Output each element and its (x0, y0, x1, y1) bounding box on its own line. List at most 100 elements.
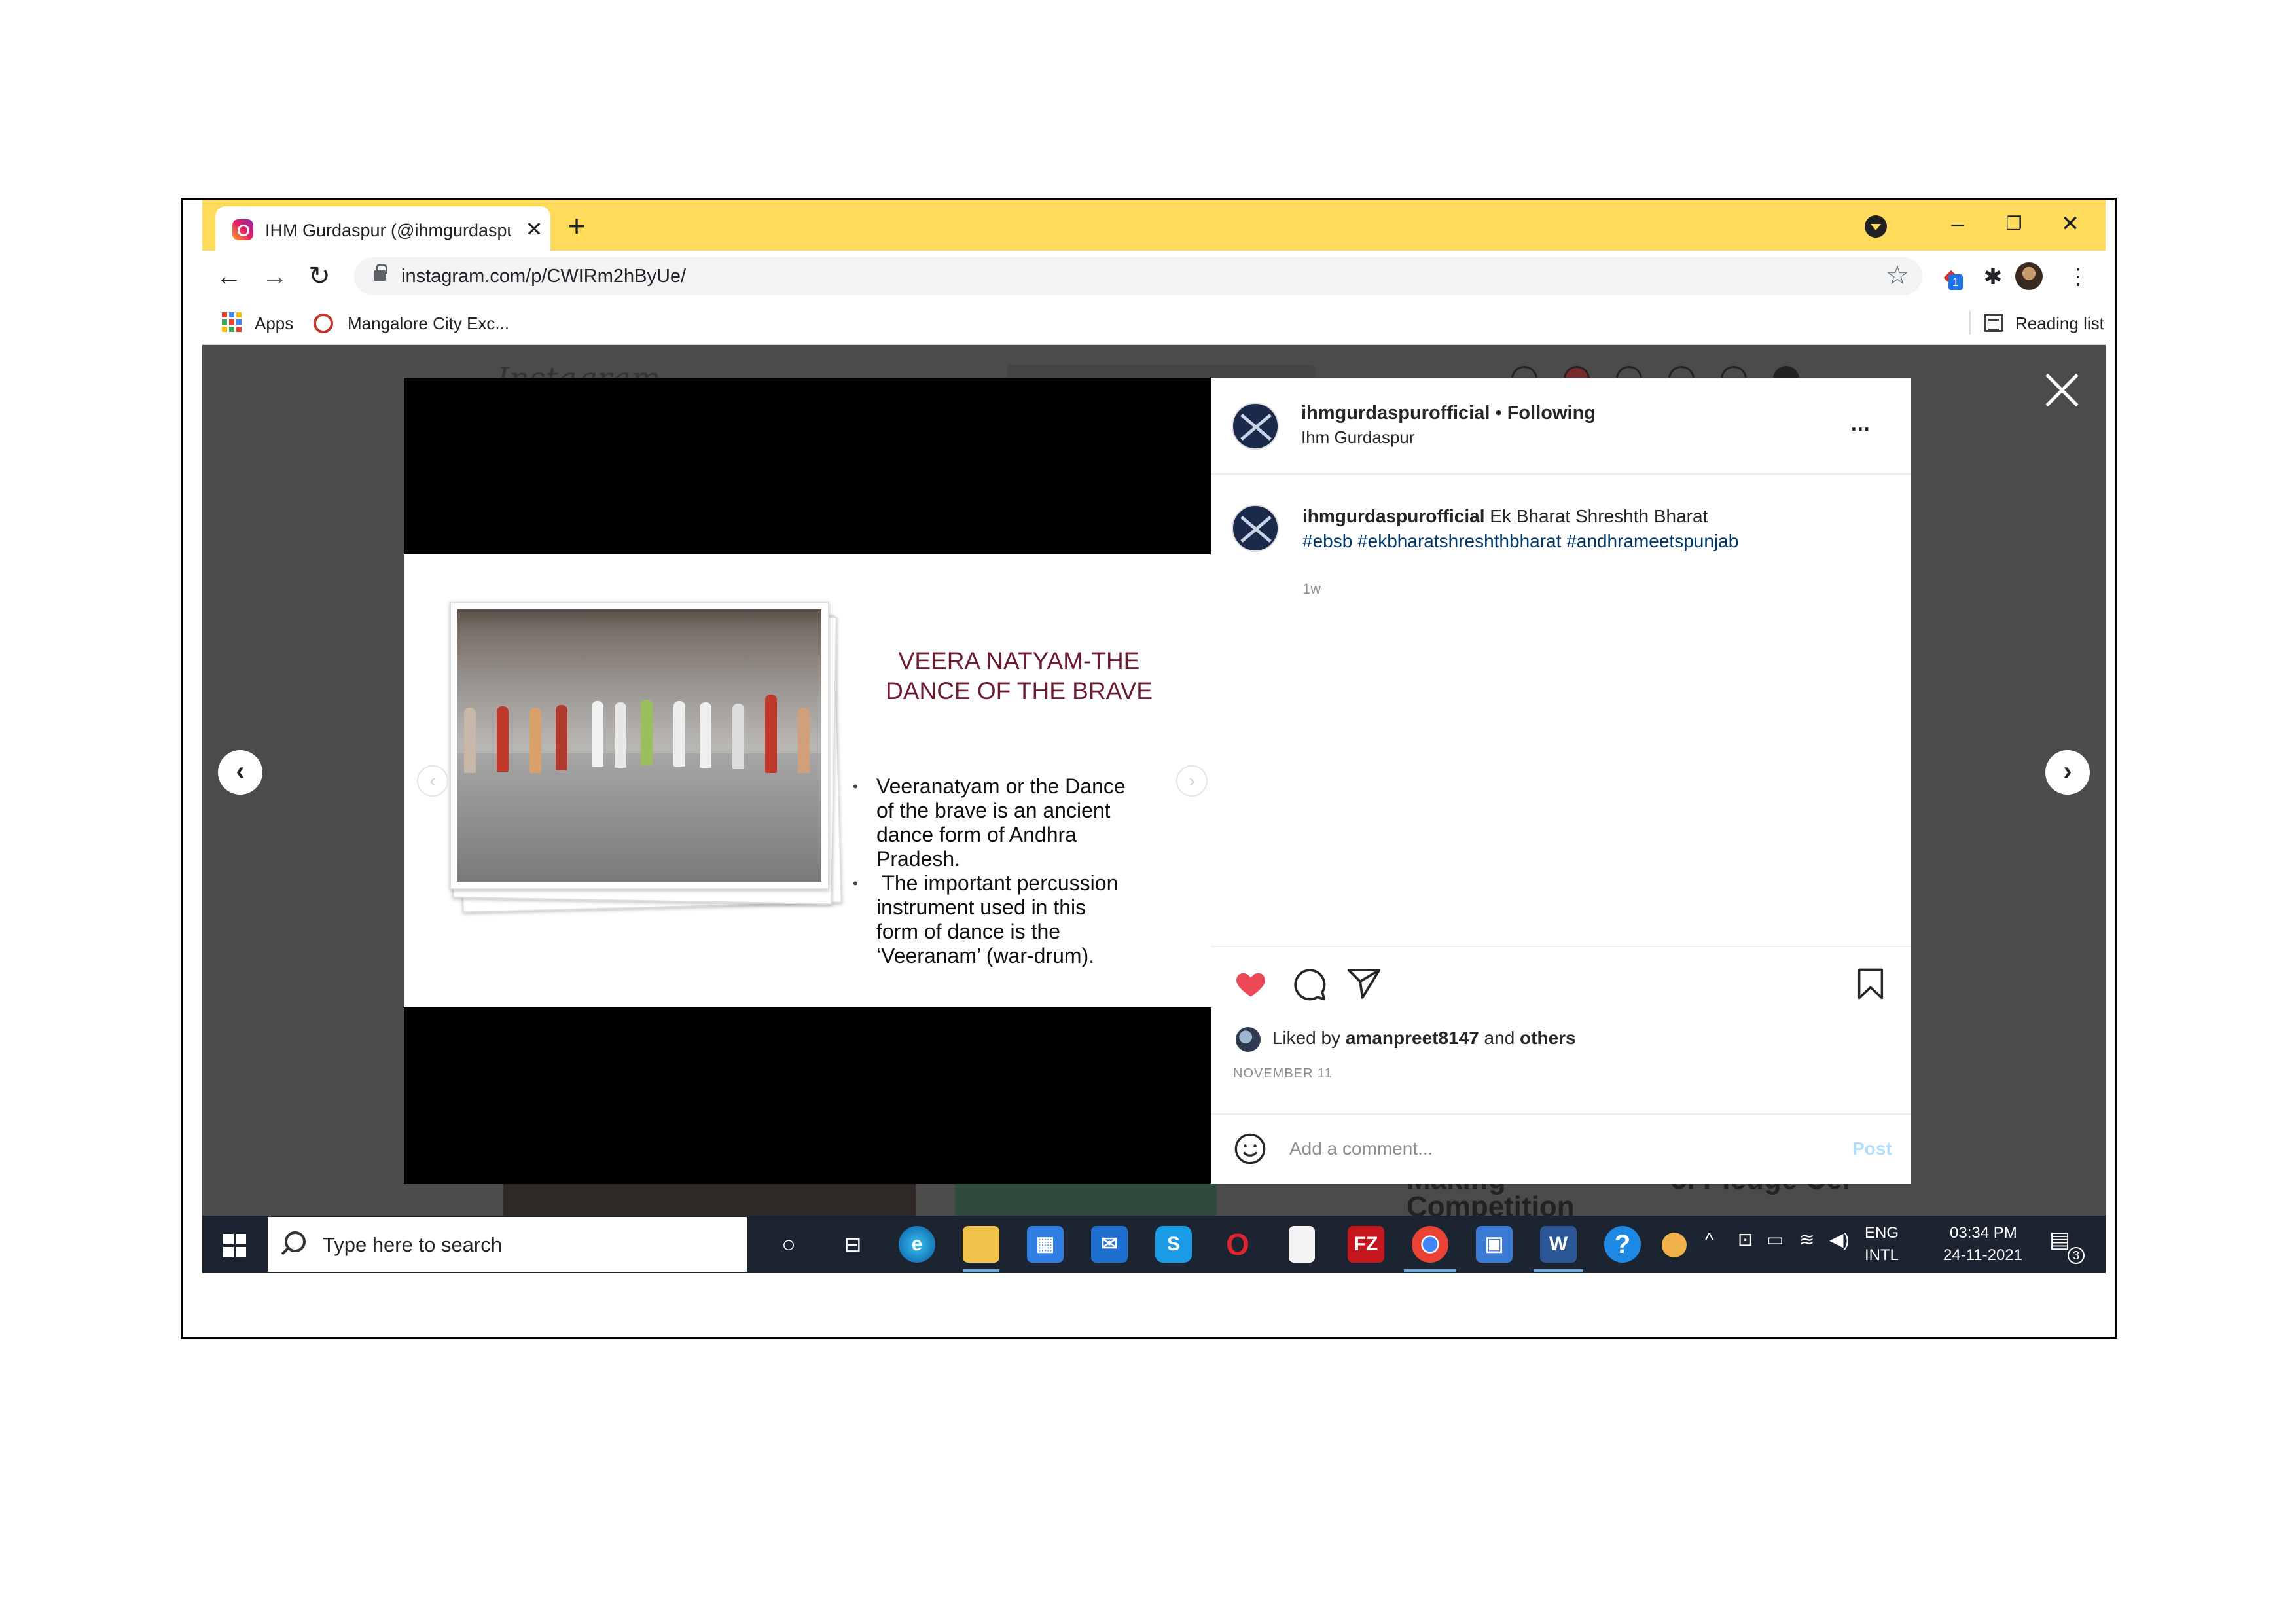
bullet-line: Veeranatyam or the Dance (876, 774, 1126, 798)
liker-username[interactable]: amanpreet8147 (1346, 1028, 1479, 1048)
mail-icon[interactable]: ✉ (1091, 1226, 1128, 1263)
volume-icon[interactable]: ◀) (1829, 1229, 1850, 1251)
caption-username[interactable]: ihmgurdaspurofficial (1302, 506, 1484, 526)
opera-icon[interactable]: O (1219, 1226, 1256, 1263)
store-icon[interactable]: ▦ (1027, 1226, 1064, 1263)
divider (1211, 1113, 1911, 1115)
address-bar[interactable]: instagram.com/p/CWIRm2hByUe/ ☆ (354, 257, 1922, 295)
task-view-icon[interactable]: ⊟ (834, 1226, 871, 1263)
bookmark-star-icon[interactable]: ☆ (1886, 262, 1909, 289)
weather-icon[interactable] (1662, 1233, 1687, 1257)
help-icon[interactable]: ? (1604, 1226, 1641, 1263)
notifications-icon[interactable]: ▤ (2049, 1229, 2070, 1251)
close-modal-icon[interactable] (2043, 371, 2082, 410)
comment-icon[interactable] (1291, 965, 1327, 1002)
skype-icon[interactable]: S (1155, 1226, 1192, 1263)
caption-line: ihmgurdaspurofficial Ek Bharat Shreshth … (1302, 505, 1708, 528)
author-avatar[interactable] (1232, 403, 1279, 450)
browser-toolbar: ← → ↻ instagram.com/p/CWIRm2hByUe/ ☆ ◆ 1… (202, 251, 2106, 302)
active-app-indicator (1404, 1269, 1456, 1272)
hashtag-link[interactable]: #andhrameetspunjab (1566, 531, 1738, 551)
edge-icon[interactable]: e (899, 1226, 935, 1263)
following-button[interactable]: Following (1507, 403, 1596, 424)
reading-list-button[interactable]: Reading list (2015, 314, 2104, 333)
slide-bullet: The important percussion instrument used… (853, 871, 1184, 968)
tab-close-icon[interactable]: ✕ (523, 218, 545, 240)
slide-prev-icon[interactable]: ‹ (417, 765, 448, 797)
restore-button[interactable]: ❐ (1994, 208, 2034, 240)
emoji-icon[interactable] (1233, 1132, 1267, 1166)
new-tab-button[interactable]: + (562, 211, 591, 241)
browser-titlebar: IHM Gurdaspur (@ihmgurdaspur ✕ + – ❐ ✕ (202, 200, 2106, 251)
browser-tab[interactable]: IHM Gurdaspur (@ihmgurdaspur ✕ (215, 206, 550, 251)
hashtag-link[interactable]: #ebsb (1302, 531, 1352, 551)
cortana-icon[interactable]: ○ (770, 1226, 807, 1263)
caption-hashtags: #ebsb #ekbharatshreshthbharat #andhramee… (1302, 530, 1738, 553)
apps-grid-icon[interactable] (222, 312, 242, 332)
document-icon[interactable] (1289, 1226, 1315, 1263)
bookmark-separator (1969, 311, 1971, 334)
bullet-line: The important percussion (876, 871, 1119, 895)
bullet-line: Pradesh. (876, 847, 961, 871)
clock-time[interactable]: 03:34 PM (1950, 1223, 2017, 1243)
likes-others-link[interactable]: others (1520, 1028, 1576, 1048)
wifi-icon[interactable]: ≋ (1799, 1229, 1814, 1251)
likes-prefix: Liked by (1272, 1028, 1341, 1048)
caption-text: Ek Bharat Shreshth Bharat (1490, 506, 1708, 526)
tab-title: IHM Gurdaspur (@ihmgurdaspur (265, 221, 511, 240)
language-layout[interactable]: INTL (1865, 1246, 1899, 1265)
caption-avatar[interactable] (1232, 505, 1279, 552)
caption-age: 1w (1302, 581, 1321, 597)
active-app-indicator (963, 1269, 999, 1272)
window-close-button[interactable]: ✕ (2051, 208, 2090, 240)
heart-icon[interactable] (1233, 967, 1268, 1001)
divider (1211, 946, 1911, 947)
bookmark-item[interactable]: Mangalore City Exc... (348, 314, 509, 333)
comment-input[interactable] (1289, 1136, 1826, 1162)
extensions-puzzle-icon[interactable]: ✱ (1980, 264, 2006, 290)
post-details-panel: ihmgurdaspurofficial • Following Ihm Gur… (1211, 378, 1911, 1184)
taskbar-search[interactable]: Type here to search (268, 1217, 747, 1272)
forward-button[interactable]: → (259, 260, 291, 293)
reading-list-icon[interactable] (1984, 314, 2003, 332)
slide-image: ‹ › VEERA NATYAM-THE DANCE OF THE BRAVE … (404, 554, 1211, 1007)
file-explorer-icon[interactable] (963, 1226, 999, 1263)
language-indicator[interactable]: ENG (1865, 1223, 1899, 1243)
apps-bookmark[interactable]: Apps (255, 314, 293, 333)
dance-photo (457, 609, 821, 882)
clock-date[interactable]: 24-11-2021 (1943, 1246, 2022, 1265)
share-icon[interactable] (1346, 965, 1382, 1002)
author-username[interactable]: ihmgurdaspurofficial (1301, 403, 1490, 424)
tray-app-icon[interactable]: ⊡ (1738, 1229, 1753, 1251)
meeting-app-icon[interactable]: ▣ (1476, 1226, 1513, 1263)
post-header: ihmgurdaspurofficial • Following (1301, 401, 1596, 425)
slide-title-line: DANCE OF THE BRAVE (886, 677, 1153, 704)
reload-button[interactable]: ↻ (303, 260, 336, 293)
post-location[interactable]: Ihm Gurdaspur (1301, 427, 1414, 447)
chrome-menu-icon[interactable]: ⋮ (2065, 264, 2091, 290)
filezilla-icon[interactable]: FZ (1348, 1226, 1384, 1263)
post-date: NOVEMBER 11 (1233, 1066, 1333, 1081)
previous-post-button[interactable]: ‹ (218, 750, 262, 795)
taskbar-search-placeholder: Type here to search (323, 1233, 502, 1256)
tray-chevron-icon[interactable]: ^ (1705, 1229, 1713, 1251)
post-media[interactable]: ‹ › VEERA NATYAM-THE DANCE OF THE BRAVE … (404, 378, 1211, 1184)
tab-search-icon[interactable] (1865, 215, 1887, 238)
hashtag-link[interactable]: #ekbharatshreshthbharat (1357, 531, 1561, 551)
back-button[interactable]: ← (213, 260, 245, 293)
divider (1211, 473, 1911, 475)
next-post-button[interactable]: › (2045, 750, 2090, 795)
chrome-icon[interactable] (1412, 1226, 1448, 1263)
battery-icon[interactable]: ▭ (1767, 1229, 1784, 1251)
bullet-line: instrument used in this (876, 895, 1086, 919)
word-icon[interactable]: W (1540, 1226, 1577, 1263)
minimize-button[interactable]: – (1938, 208, 1977, 240)
save-icon[interactable] (1854, 965, 1888, 1002)
bookmark-favicon-icon (314, 314, 333, 333)
windows-start-icon[interactable] (223, 1234, 247, 1257)
post-comment-button[interactable]: Post (1852, 1138, 1892, 1159)
instagram-favicon-icon (232, 219, 253, 240)
more-options-icon[interactable]: ... (1851, 413, 1871, 434)
profile-avatar[interactable] (2015, 262, 2043, 290)
slide-title-line: VEERA NATYAM-THE (898, 647, 1140, 674)
